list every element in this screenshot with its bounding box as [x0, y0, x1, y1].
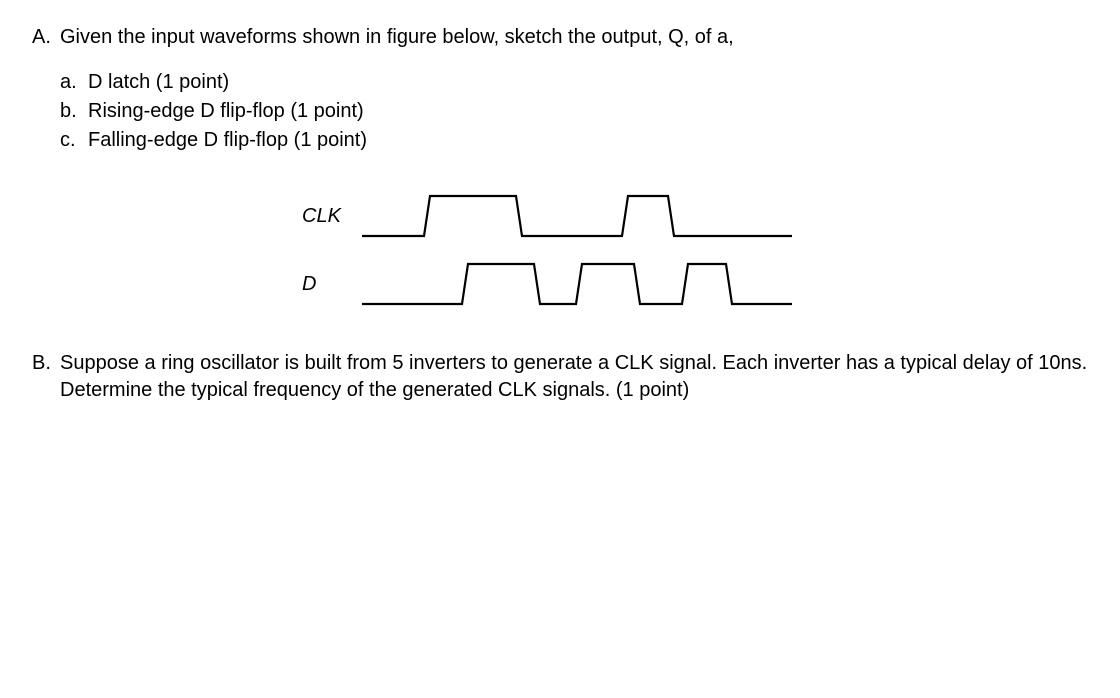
subitem-b-letter: b. [60, 98, 88, 125]
subitem-a-letter: a. [60, 69, 88, 96]
question-a: A. Given the input waveforms shown in fi… [32, 24, 1088, 51]
subitem-c: c. Falling-edge D flip-flop (1 point) [60, 127, 1088, 154]
waveform-diagram: CLK D [302, 190, 1088, 310]
subitem-a: a. D latch (1 point) [60, 69, 1088, 96]
subitem-c-text: Falling-edge D flip-flop (1 point) [88, 127, 367, 154]
clk-label: CLK [302, 203, 362, 242]
clk-waveform-icon [362, 190, 792, 242]
subitem-c-letter: c. [60, 127, 88, 154]
question-b-letter: B. [32, 350, 60, 377]
question-b-text: Suppose a ring oscillator is built from … [60, 350, 1088, 404]
subitem-a-text: D latch (1 point) [88, 69, 229, 96]
subitem-b-text: Rising-edge D flip-flop (1 point) [88, 98, 364, 125]
d-waveform-icon [362, 258, 792, 310]
question-a-letter: A. [32, 24, 60, 51]
question-a-subitems: a. D latch (1 point) b. Rising-edge D fl… [60, 69, 1088, 154]
question-b: B. Suppose a ring oscillator is built fr… [32, 350, 1088, 404]
d-label: D [302, 271, 362, 310]
question-a-text: Given the input waveforms shown in figur… [60, 24, 1088, 51]
d-row: D [302, 258, 1088, 310]
subitem-b: b. Rising-edge D flip-flop (1 point) [60, 98, 1088, 125]
clk-row: CLK [302, 190, 1088, 242]
